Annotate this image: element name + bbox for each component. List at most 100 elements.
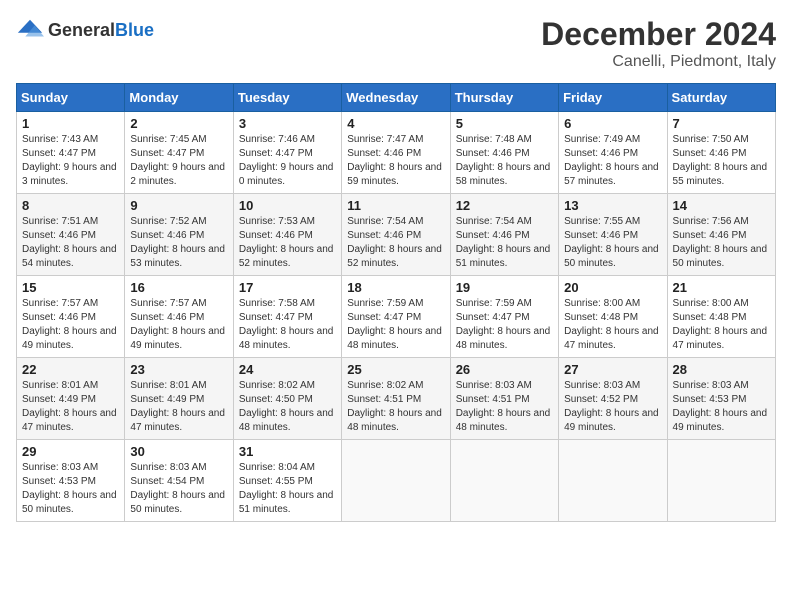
page-header: GeneralBlue December 2024 Canelli, Piedm… [16,16,776,71]
day-number: 13 [564,198,661,213]
logo-text-general: General [48,20,115,40]
day-number: 30 [130,444,227,459]
day-info: Sunrise: 7:54 AMSunset: 4:46 PMDaylight:… [347,216,442,269]
day-info: Sunrise: 7:48 AMSunset: 4:46 PMDaylight:… [456,134,551,187]
logo: GeneralBlue [16,16,154,44]
day-info: Sunrise: 7:51 AMSunset: 4:46 PMDaylight:… [22,216,117,269]
calendar-cell: 25 Sunrise: 8:02 AMSunset: 4:51 PMDaylig… [342,358,450,440]
location-title: Canelli, Piedmont, Italy [541,53,776,71]
day-number: 10 [239,198,336,213]
day-info: Sunrise: 8:03 AMSunset: 4:54 PMDaylight:… [130,462,225,515]
calendar-cell: 14 Sunrise: 7:56 AMSunset: 4:46 PMDaylig… [667,194,775,276]
day-header-sunday: Sunday [17,84,125,112]
day-info: Sunrise: 7:53 AMSunset: 4:46 PMDaylight:… [239,216,334,269]
day-info: Sunrise: 7:55 AMSunset: 4:46 PMDaylight:… [564,216,659,269]
day-header-thursday: Thursday [450,84,558,112]
calendar-cell: 15 Sunrise: 7:57 AMSunset: 4:46 PMDaylig… [17,276,125,358]
day-number: 23 [130,362,227,377]
day-header-wednesday: Wednesday [342,84,450,112]
calendar-cell: 23 Sunrise: 8:01 AMSunset: 4:49 PMDaylig… [125,358,233,440]
day-number: 24 [239,362,336,377]
day-number: 5 [456,116,553,131]
calendar-cell: 1 Sunrise: 7:43 AMSunset: 4:47 PMDayligh… [17,112,125,194]
day-info: Sunrise: 8:02 AMSunset: 4:51 PMDaylight:… [347,380,442,433]
calendar-cell: 31 Sunrise: 8:04 AMSunset: 4:55 PMDaylig… [233,440,341,522]
month-title: December 2024 [541,16,776,53]
calendar-week-row: 8 Sunrise: 7:51 AMSunset: 4:46 PMDayligh… [17,194,776,276]
day-info: Sunrise: 7:45 AMSunset: 4:47 PMDaylight:… [130,134,225,187]
day-info: Sunrise: 8:03 AMSunset: 4:53 PMDaylight:… [673,380,768,433]
calendar-cell: 27 Sunrise: 8:03 AMSunset: 4:52 PMDaylig… [559,358,667,440]
day-number: 6 [564,116,661,131]
calendar-cell: 20 Sunrise: 8:00 AMSunset: 4:48 PMDaylig… [559,276,667,358]
calendar-table: SundayMondayTuesdayWednesdayThursdayFrid… [16,83,776,522]
day-number: 16 [130,280,227,295]
calendar-cell [450,440,558,522]
day-header-saturday: Saturday [667,84,775,112]
day-info: Sunrise: 8:00 AMSunset: 4:48 PMDaylight:… [564,298,659,351]
day-info: Sunrise: 7:59 AMSunset: 4:47 PMDaylight:… [347,298,442,351]
day-number: 9 [130,198,227,213]
calendar-week-row: 29 Sunrise: 8:03 AMSunset: 4:53 PMDaylig… [17,440,776,522]
day-info: Sunrise: 7:49 AMSunset: 4:46 PMDaylight:… [564,134,659,187]
day-info: Sunrise: 7:59 AMSunset: 4:47 PMDaylight:… [456,298,551,351]
calendar-week-row: 1 Sunrise: 7:43 AMSunset: 4:47 PMDayligh… [17,112,776,194]
day-info: Sunrise: 7:58 AMSunset: 4:47 PMDaylight:… [239,298,334,351]
calendar-cell: 17 Sunrise: 7:58 AMSunset: 4:47 PMDaylig… [233,276,341,358]
day-number: 1 [22,116,119,131]
day-info: Sunrise: 8:04 AMSunset: 4:55 PMDaylight:… [239,462,334,515]
calendar-cell: 21 Sunrise: 8:00 AMSunset: 4:48 PMDaylig… [667,276,775,358]
day-info: Sunrise: 7:52 AMSunset: 4:46 PMDaylight:… [130,216,225,269]
calendar-cell: 4 Sunrise: 7:47 AMSunset: 4:46 PMDayligh… [342,112,450,194]
day-header-tuesday: Tuesday [233,84,341,112]
calendar-cell: 26 Sunrise: 8:03 AMSunset: 4:51 PMDaylig… [450,358,558,440]
calendar-body: 1 Sunrise: 7:43 AMSunset: 4:47 PMDayligh… [17,112,776,522]
calendar-cell: 18 Sunrise: 7:59 AMSunset: 4:47 PMDaylig… [342,276,450,358]
calendar-cell: 24 Sunrise: 8:02 AMSunset: 4:50 PMDaylig… [233,358,341,440]
day-number: 4 [347,116,444,131]
calendar-cell [342,440,450,522]
day-number: 11 [347,198,444,213]
day-number: 20 [564,280,661,295]
calendar-cell: 7 Sunrise: 7:50 AMSunset: 4:46 PMDayligh… [667,112,775,194]
day-number: 7 [673,116,770,131]
calendar-cell: 13 Sunrise: 7:55 AMSunset: 4:46 PMDaylig… [559,194,667,276]
day-number: 2 [130,116,227,131]
calendar-cell: 6 Sunrise: 7:49 AMSunset: 4:46 PMDayligh… [559,112,667,194]
day-info: Sunrise: 7:57 AMSunset: 4:46 PMDaylight:… [130,298,225,351]
calendar-cell [667,440,775,522]
calendar-cell: 5 Sunrise: 7:48 AMSunset: 4:46 PMDayligh… [450,112,558,194]
day-number: 31 [239,444,336,459]
day-info: Sunrise: 8:02 AMSunset: 4:50 PMDaylight:… [239,380,334,433]
calendar-cell: 11 Sunrise: 7:54 AMSunset: 4:46 PMDaylig… [342,194,450,276]
day-number: 28 [673,362,770,377]
day-info: Sunrise: 8:03 AMSunset: 4:51 PMDaylight:… [456,380,551,433]
day-number: 29 [22,444,119,459]
day-info: Sunrise: 7:43 AMSunset: 4:47 PMDaylight:… [22,134,117,187]
calendar-cell: 2 Sunrise: 7:45 AMSunset: 4:47 PMDayligh… [125,112,233,194]
calendar-cell: 29 Sunrise: 8:03 AMSunset: 4:53 PMDaylig… [17,440,125,522]
day-info: Sunrise: 8:00 AMSunset: 4:48 PMDaylight:… [673,298,768,351]
day-info: Sunrise: 7:54 AMSunset: 4:46 PMDaylight:… [456,216,551,269]
day-number: 26 [456,362,553,377]
day-info: Sunrise: 7:47 AMSunset: 4:46 PMDaylight:… [347,134,442,187]
calendar-cell: 16 Sunrise: 7:57 AMSunset: 4:46 PMDaylig… [125,276,233,358]
calendar-cell: 9 Sunrise: 7:52 AMSunset: 4:46 PMDayligh… [125,194,233,276]
calendar-cell: 19 Sunrise: 7:59 AMSunset: 4:47 PMDaylig… [450,276,558,358]
day-info: Sunrise: 7:56 AMSunset: 4:46 PMDaylight:… [673,216,768,269]
calendar-cell: 22 Sunrise: 8:01 AMSunset: 4:49 PMDaylig… [17,358,125,440]
calendar-week-row: 22 Sunrise: 8:01 AMSunset: 4:49 PMDaylig… [17,358,776,440]
calendar-cell: 12 Sunrise: 7:54 AMSunset: 4:46 PMDaylig… [450,194,558,276]
calendar-cell [559,440,667,522]
day-header-monday: Monday [125,84,233,112]
day-number: 3 [239,116,336,131]
day-number: 19 [456,280,553,295]
calendar-cell: 8 Sunrise: 7:51 AMSunset: 4:46 PMDayligh… [17,194,125,276]
day-info: Sunrise: 7:50 AMSunset: 4:46 PMDaylight:… [673,134,768,187]
calendar-week-row: 15 Sunrise: 7:57 AMSunset: 4:46 PMDaylig… [17,276,776,358]
day-number: 15 [22,280,119,295]
calendar-cell: 3 Sunrise: 7:46 AMSunset: 4:47 PMDayligh… [233,112,341,194]
calendar-header-row: SundayMondayTuesdayWednesdayThursdayFrid… [17,84,776,112]
day-number: 14 [673,198,770,213]
day-info: Sunrise: 8:03 AMSunset: 4:53 PMDaylight:… [22,462,117,515]
